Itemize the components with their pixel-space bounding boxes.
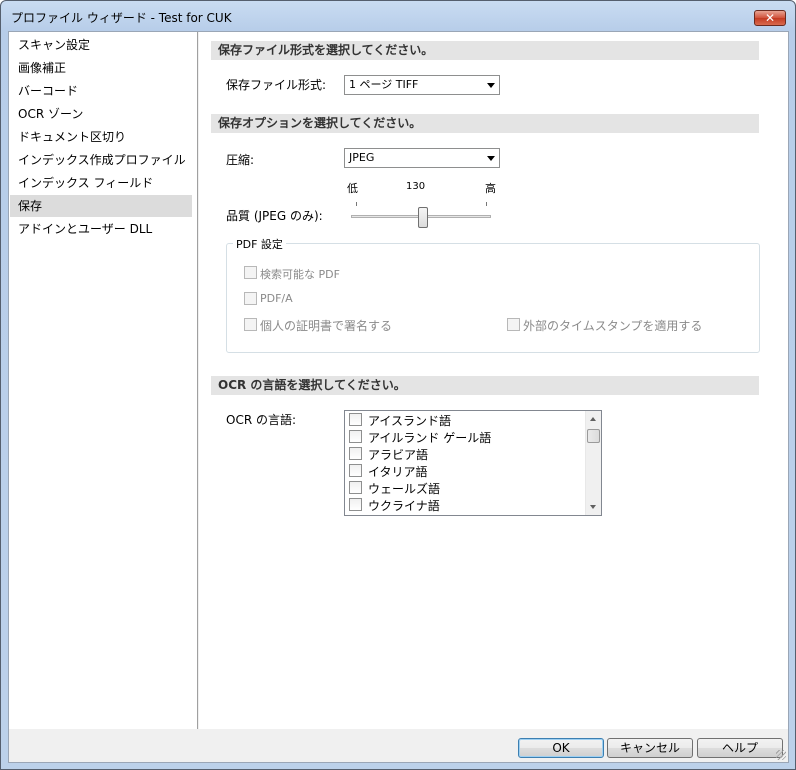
scroll-thumb[interactable] xyxy=(587,429,600,443)
language-label: アイルランド ゲール語 xyxy=(368,431,492,445)
close-icon[interactable]: ✕ xyxy=(754,10,786,26)
pdf-settings-group xyxy=(226,243,760,353)
language-checkbox[interactable] xyxy=(349,498,362,511)
sidebar-item-document-separation[interactable]: ドキュメント区切り xyxy=(10,126,192,148)
sidebar-item-save[interactable]: 保存 xyxy=(10,195,192,217)
resize-grip[interactable] xyxy=(776,750,786,760)
language-checkbox[interactable] xyxy=(349,447,362,460)
slider-high-label: 高 xyxy=(485,182,496,195)
window-title: プロファイル ウィザード - Test for CUK xyxy=(11,11,232,25)
quality-slider-thumb[interactable] xyxy=(418,207,428,228)
language-label: アイスランド語 xyxy=(368,414,452,428)
dialog-client-area: スキャン設定 画像補正 バーコード OCR ゾーン ドキュメント区切り インデッ… xyxy=(8,31,789,763)
sidebar-item-image-correction[interactable]: 画像補正 xyxy=(10,57,192,79)
sidebar-item-barcode[interactable]: バーコード xyxy=(10,80,192,102)
chevron-down-icon xyxy=(487,83,495,88)
pdfa-label: PDF/A xyxy=(260,292,293,305)
sign-certificate-label: 個人の証明書で署名する xyxy=(260,319,393,333)
searchable-pdf-checkbox[interactable] xyxy=(244,266,257,279)
quality-label: 品質 (JPEG のみ): xyxy=(226,209,323,223)
sidebar-item-addins-dll[interactable]: アドインとユーザー DLL xyxy=(10,218,192,240)
pdf-settings-title: PDF 設定 xyxy=(233,236,286,252)
slider-low-label: 低 xyxy=(347,182,358,195)
chevron-down-icon xyxy=(487,156,495,161)
scroll-up-icon[interactable] xyxy=(590,417,596,421)
title-bar[interactable]: プロファイル ウィザード - Test for CUK ✕ xyxy=(1,1,795,31)
ocr-section-header: OCR の言語を選択してください。 xyxy=(211,376,759,395)
compression-value: JPEG xyxy=(349,151,375,164)
language-label: ウクライナ語 xyxy=(368,499,440,513)
profile-wizard-window: プロファイル ウィザード - Test for CUK ✕ スキャン設定 画像補… xyxy=(0,0,796,770)
sign-certificate-checkbox[interactable] xyxy=(244,318,257,331)
language-checkbox[interactable] xyxy=(349,464,362,477)
sidebar-item-indexing-profile[interactable]: インデックス作成プロファイル xyxy=(10,149,192,171)
slider-value-label: 130 xyxy=(406,181,426,192)
sidebar-item-scan-settings[interactable]: スキャン設定 xyxy=(10,34,192,56)
slider-tick xyxy=(356,202,357,206)
language-label: イタリア語 xyxy=(368,465,428,479)
ocr-language-list[interactable]: アイスランド語 アイルランド ゲール語 アラビア語 イタリア語 ウェールズ語 ウ… xyxy=(344,410,602,516)
format-label: 保存ファイル形式: xyxy=(226,78,327,92)
compression-label: 圧縮: xyxy=(226,153,255,167)
cancel-button[interactable]: キャンセル xyxy=(607,738,693,758)
save-settings-panel: 保存ファイル形式を選択してください。 保存ファイル形式: 1 ページ TIFF … xyxy=(199,32,788,729)
list-scrollbar[interactable] xyxy=(585,411,601,515)
language-checkbox[interactable] xyxy=(349,481,362,494)
ok-button[interactable]: OK xyxy=(518,738,604,758)
help-button[interactable]: ヘルプ xyxy=(697,738,783,758)
format-section-header: 保存ファイル形式を選択してください。 xyxy=(211,41,759,60)
file-format-dropdown[interactable]: 1 ページ TIFF xyxy=(344,75,500,95)
options-section-header: 保存オプションを選択してください。 xyxy=(211,114,759,133)
sidebar-item-ocr-zone[interactable]: OCR ゾーン xyxy=(10,103,192,125)
slider-tick xyxy=(486,202,487,206)
sidebar-item-index-fields[interactable]: インデックス フィールド xyxy=(10,172,192,194)
language-checkbox[interactable] xyxy=(349,430,362,443)
searchable-pdf-label: 検索可能な PDF xyxy=(260,268,340,281)
language-label: ウェールズ語 xyxy=(368,482,441,496)
wizard-step-list: スキャン設定 画像補正 バーコード OCR ゾーン ドキュメント区切り インデッ… xyxy=(9,32,198,729)
scroll-down-icon[interactable] xyxy=(590,505,596,509)
compression-dropdown[interactable]: JPEG xyxy=(344,148,500,168)
language-checkbox[interactable] xyxy=(349,413,362,426)
timestamp-checkbox[interactable] xyxy=(507,318,520,331)
timestamp-label: 外部のタイムスタンプを適用する xyxy=(523,319,703,333)
file-format-value: 1 ページ TIFF xyxy=(349,78,419,91)
language-label: アラビア語 xyxy=(368,448,429,462)
ocr-language-label: OCR の言語: xyxy=(226,413,297,427)
pdfa-checkbox[interactable] xyxy=(244,292,257,305)
